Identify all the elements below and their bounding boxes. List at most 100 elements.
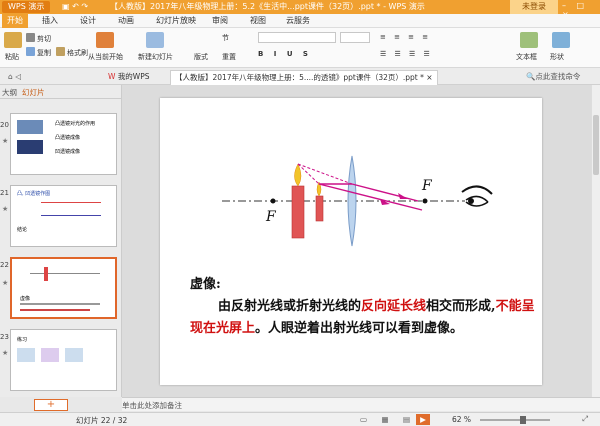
paragraph-buttons[interactable]: ≡ ≡ ≡ ≡ <box>380 33 431 41</box>
star-icon: ★ <box>2 279 9 287</box>
scroll-thumb[interactable] <box>593 115 599 175</box>
tab-my-wps-label: 我的WPS <box>117 72 150 81</box>
ray-refracted-1 <box>351 183 419 202</box>
thumb-caption: 虚像 <box>20 296 31 302</box>
view-buttons[interactable]: ▭ ▦ ▤ <box>360 415 416 424</box>
virtual-candle-image <box>291 185 305 239</box>
thumb-number: 22 <box>0 261 9 269</box>
fit-window-icon[interactable]: ⤢ <box>582 414 588 424</box>
thumb-caption: 结论 <box>17 227 28 233</box>
format-painter-button[interactable]: 格式刷 <box>56 47 88 58</box>
brush-icon <box>56 47 65 56</box>
arrow-icon <box>398 193 408 199</box>
para-text: 。人眼逆着出射光线可以看到虚像。 <box>255 321 464 336</box>
menu-design[interactable]: 设计 <box>80 14 96 28</box>
slide-thumbnail-23[interactable]: 练习 <box>10 329 117 391</box>
slide-thumbnail-21[interactable]: 凸, 凹透镜作图 结论 <box>10 185 117 247</box>
new-slide-icon[interactable] <box>146 32 164 48</box>
menu-review[interactable]: 审阅 <box>212 14 228 28</box>
reset-button[interactable]: 重置 <box>222 52 236 62</box>
slideshow-play-button[interactable]: ▶ <box>416 414 430 425</box>
textbox-button[interactable]: 文本框 <box>516 52 537 62</box>
notes-pane[interactable]: 单击此处添加备注 <box>122 397 600 411</box>
format-painter-label: 格式刷 <box>67 49 88 57</box>
align-buttons[interactable]: ☰ ☰ ☰ ☰ <box>380 50 433 58</box>
virtual-ray-1 <box>297 163 353 185</box>
focal-point-right <box>422 198 428 204</box>
slide-counter: 幻灯片 22 / 32 <box>76 416 128 425</box>
paste-label[interactable]: 粘贴 <box>5 52 19 62</box>
vertical-scrollbar[interactable] <box>591 85 600 397</box>
zoom-level: 62 % <box>452 415 472 424</box>
optics-diagram: F F <box>222 155 493 247</box>
thumb-caption: 凸, 凹透镜作图 <box>17 191 51 197</box>
ray-through-center <box>318 183 423 211</box>
thumb-caption: 凹透镜成像 <box>55 149 81 155</box>
star-icon: ★ <box>2 205 9 213</box>
status-bar: 幻灯片 22 / 32 ▭ ▦ ▤ ▶ 62 % ⤢ <box>0 412 600 426</box>
copy-label: 复制 <box>37 49 51 57</box>
thumb-number: 23 <box>0 333 9 341</box>
slide-thumbnail-panel: 大纲 幻灯片 20 ★ 凸透镜对光的作用 凸透镜成像 凹透镜成像 21 ★ 凸,… <box>0 85 122 397</box>
shape-icon[interactable] <box>552 32 570 48</box>
layout-button[interactable]: 版式 <box>194 52 208 62</box>
command-search[interactable]: 🔍点此查找命令 <box>522 70 584 85</box>
sidebar-tabs: 大纲 幻灯片 <box>0 85 122 99</box>
login-button[interactable]: 未登录 <box>510 0 558 14</box>
para-text: 相交而形成, <box>426 299 496 314</box>
menu-cloud[interactable]: 云服务 <box>286 14 310 28</box>
notes-placeholder: 单击此处添加备注 <box>122 401 182 410</box>
window-title: 【人教版】2017年八年级物理上册：5.2《生活中...ppt课件（32页）.p… <box>110 2 425 11</box>
tab-slides[interactable]: 幻灯片 <box>22 87 45 98</box>
font-style-buttons[interactable]: B I U S <box>258 50 312 58</box>
play-from-current-button[interactable]: 从当前开始 <box>88 52 123 62</box>
command-search-label: 点此查找命令 <box>535 72 581 81</box>
tab-my-wps[interactable]: W 我的WPS <box>104 70 154 85</box>
star-icon: ★ <box>2 349 9 357</box>
title-bar: WPS 演示 ▣ ↶ ↷ 【人教版】2017年八年级物理上册：5.2《生活中..… <box>0 0 600 19</box>
section-button[interactable]: 节 <box>222 33 229 43</box>
new-slide-button[interactable]: 新建幻灯片 <box>138 52 173 62</box>
candle-object <box>315 195 324 222</box>
thumb-number: 20 <box>0 121 9 129</box>
copy-button[interactable]: 复制 <box>26 47 51 58</box>
home-icon[interactable]: ⌂ ◁ <box>4 70 25 85</box>
document-tab-bar: ⌂ ◁ W 我的WPS 【人教版】2017年八年级物理上册：5....的透镜》p… <box>0 68 600 85</box>
menu-home[interactable]: 开始 <box>2 14 28 28</box>
menu-bar: 开始 插入 设计 动画 幻灯片放映 审阅 视图 云服务 <box>0 14 600 28</box>
add-slide-button[interactable]: + <box>34 399 68 411</box>
wps-logo-icon: W <box>108 72 116 81</box>
focal-label-right: F <box>421 178 433 194</box>
virtual-flame-icon <box>294 163 302 187</box>
quick-access-toolbar[interactable]: ▣ ↶ ↷ <box>62 2 88 11</box>
zoom-slider-handle[interactable] <box>520 416 526 424</box>
slide-heading: 虚像: <box>190 277 221 292</box>
font-family-select[interactable] <box>258 32 336 43</box>
font-size-select[interactable] <box>340 32 370 43</box>
para-highlight: 反向延长线 <box>361 299 427 314</box>
cut-button[interactable]: 剪切 <box>26 33 51 44</box>
menu-animation[interactable]: 动画 <box>118 14 134 28</box>
app-menu-button[interactable]: WPS 演示 <box>2 1 51 13</box>
shape-button[interactable]: 形状 <box>550 52 564 62</box>
tab-document[interactable]: 【人教版】2017年八年级物理上册：5....的透镜》ppt课件（32页）.pp… <box>170 70 438 85</box>
slide-canvas: F F 虚像: 由反射光线或折射光线的反向延长线相交而形成,不能呈现在光屏上。人… <box>122 85 600 397</box>
slide-thumbnail-20[interactable]: 凸透镜对光的作用 凸透镜成像 凹透镜成像 <box>10 113 117 175</box>
star-icon: ★ <box>2 137 9 145</box>
play-icon[interactable] <box>96 32 114 48</box>
menu-slideshow[interactable]: 幻灯片放映 <box>156 14 196 28</box>
paste-icon[interactable] <box>4 32 22 48</box>
cut-label: 剪切 <box>37 35 51 43</box>
menu-insert[interactable]: 插入 <box>42 14 58 28</box>
convex-lens <box>347 155 357 247</box>
slide-thumbnail-22-selected[interactable]: 虚像 <box>10 257 117 319</box>
menu-view[interactable]: 视图 <box>250 14 266 28</box>
zoom-slider[interactable] <box>480 419 550 421</box>
ribbon-toolbar: 粘贴 剪切 复制 格式刷 从当前开始 新建幻灯片 版式 节 重置 B I U S… <box>0 28 600 68</box>
slide-text-box[interactable]: 虚像: 由反射光线或折射光线的反向延长线相交而形成,不能呈现在光屏上。人眼逆着出… <box>190 274 535 340</box>
tab-outline[interactable]: 大纲 <box>2 87 17 98</box>
current-slide[interactable]: F F 虚像: 由反射光线或折射光线的反向延长线相交而形成,不能呈现在光屏上。人… <box>160 98 542 385</box>
slide-paragraph: 由反射光线或折射光线的反向延长线相交而形成,不能呈现在光屏上。人眼逆着出射光线可… <box>190 296 535 340</box>
eye-icon <box>461 185 493 207</box>
textbox-icon[interactable] <box>520 32 538 48</box>
